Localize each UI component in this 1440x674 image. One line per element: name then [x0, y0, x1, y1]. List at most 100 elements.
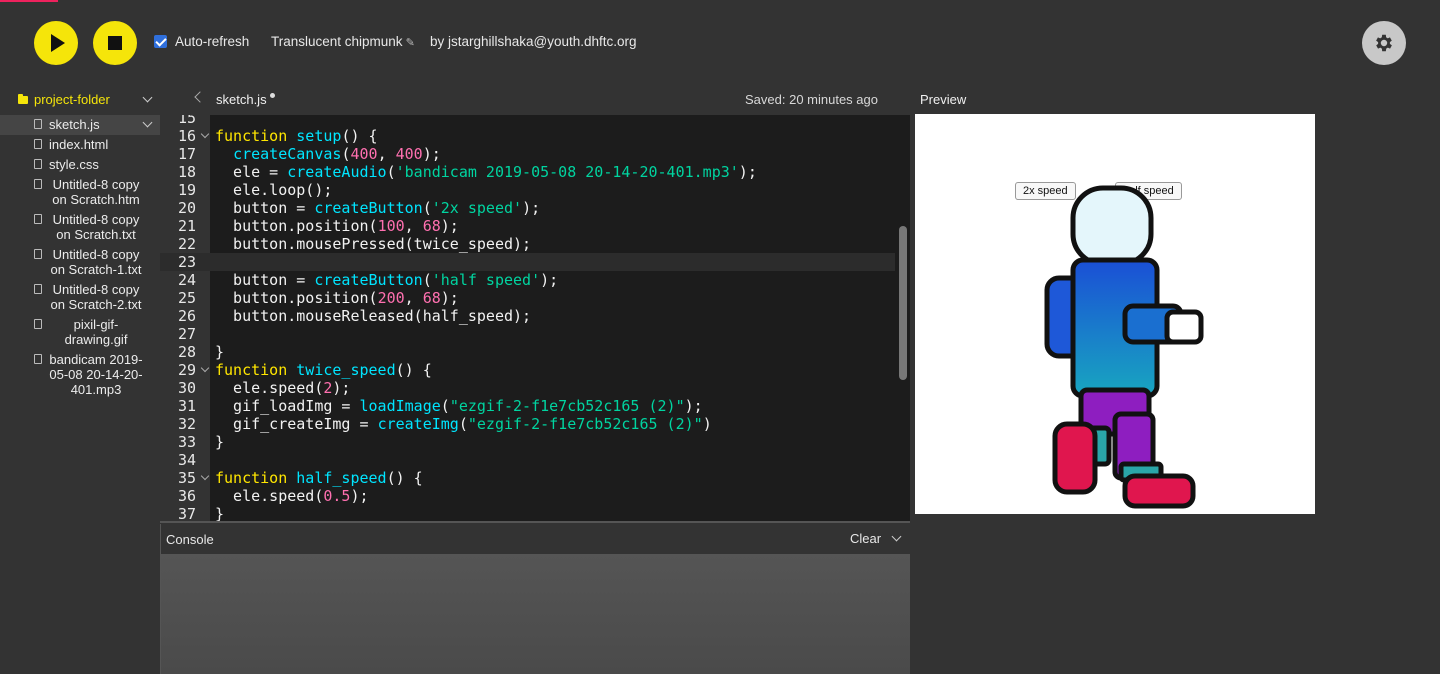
preview-half-speed-button[interactable]: half speed [1115, 182, 1182, 200]
chevron-down-icon[interactable] [142, 117, 153, 128]
code-line[interactable]: 24 button = createButton('half speed'); [160, 271, 895, 289]
line-number: 16 [177, 127, 196, 145]
code-text: button = createButton('2x speed'); [215, 199, 541, 217]
console-clear-button[interactable]: Clear [850, 531, 881, 546]
unsaved-dot-icon [270, 93, 275, 98]
code-line[interactable]: 28} [160, 343, 895, 361]
saved-status: Saved: 20 minutes ago [745, 92, 878, 107]
code-line[interactable]: 26 button.mouseReleased(half_speed); [160, 307, 895, 325]
code-line[interactable]: 34 [160, 451, 895, 469]
author-byline: by jstarghillshaka@youth.dhftc.org [430, 34, 637, 49]
line-number: 18 [177, 163, 196, 181]
code-text: ele.loop(); [215, 181, 333, 199]
line-number: 36 [177, 487, 196, 505]
auto-refresh-toggle[interactable]: Auto-refresh [154, 34, 249, 49]
code-text: ele = createAudio('bandicam 2019-05-08 2… [215, 163, 757, 181]
editor-tab[interactable]: sketch.js [216, 92, 267, 107]
code-text: function half_speed() { [215, 469, 423, 487]
preview-2x-speed-button[interactable]: 2x speed [1015, 182, 1076, 200]
file-name: Untitled-8 copy on Scratch.htm [52, 177, 140, 207]
file-name: pixil-gif- drawing.gif [64, 317, 128, 347]
code-text: button.position(100, 68); [215, 217, 459, 235]
code-line[interactable]: 23 [160, 253, 895, 271]
console-title: Console [166, 532, 214, 547]
line-number: 29 [177, 361, 196, 379]
line-number: 17 [177, 145, 196, 163]
code-text: createCanvas(400, 400); [233, 145, 441, 163]
file-name: style.css [49, 157, 99, 172]
line-number: 23 [177, 253, 196, 271]
code-line[interactable]: 19 ele.loop(); [160, 181, 895, 199]
folder-icon [18, 93, 28, 104]
file-icon [34, 179, 42, 189]
code-line[interactable]: 32 gif_createImg = createImg("ezgif-2-f1… [160, 415, 895, 433]
line-number: 15 [177, 115, 196, 127]
line-number: 37 [177, 505, 196, 523]
file-name: bandicam 2019- 05-08 20-14-20- 401.mp3 [49, 352, 143, 397]
file-item[interactable]: style.css [0, 155, 160, 175]
auto-refresh-checkbox[interactable] [154, 35, 167, 48]
code-text: } [215, 433, 225, 451]
line-number: 19 [177, 181, 196, 199]
gear-icon [1376, 34, 1392, 52]
code-line[interactable]: 25 button.position(200, 68); [160, 289, 895, 307]
file-item[interactable]: sketch.js [0, 115, 160, 135]
line-number: 34 [177, 451, 196, 469]
code-line[interactable]: 31 gif_loadImg = loadImage("ezgif-2-f1e7… [160, 397, 895, 415]
file-item[interactable]: Untitled-8 copy on Scratch-2.txt [0, 280, 160, 315]
pencil-icon[interactable]: ✎ [406, 36, 415, 49]
code-line[interactable]: 33} [160, 433, 895, 451]
file-name: Untitled-8 copy on Scratch-2.txt [50, 282, 142, 312]
file-item[interactable]: Untitled-8 copy on Scratch.txt [0, 210, 160, 245]
file-sidebar: project-folder sketch.js index.html style.… [0, 84, 160, 674]
project-name[interactable]: Translucent chipmunk ✎ [271, 34, 419, 49]
preview-canvas[interactable]: 2x speed half speed [915, 114, 1315, 514]
code-editor[interactable]: 15 16 function setup() {17 createCanvas(40… [160, 115, 910, 523]
auto-refresh-label: Auto-refresh [175, 34, 250, 49]
editor-scrollbar[interactable] [899, 226, 907, 380]
settings-button[interactable] [1362, 21, 1406, 65]
file-icon [34, 249, 42, 259]
code-line[interactable]: 37} [160, 505, 895, 523]
console-output[interactable] [160, 554, 910, 674]
code-line[interactable]: 17 createCanvas(400, 400); [160, 145, 895, 163]
file-name: Untitled-8 copy on Scratch-1.txt [50, 247, 142, 277]
code-line[interactable]: 36 ele.speed(0.5); [160, 487, 895, 505]
code-text: button = createButton('half speed'); [215, 271, 559, 289]
code-text: ele.speed(2); [215, 379, 351, 397]
code-line[interactable]: 30 ele.speed(2); [160, 379, 895, 397]
file-item[interactable]: pixil-gif- drawing.gif [0, 315, 160, 350]
file-item[interactable]: Untitled-8 copy on Scratch.htm [0, 175, 160, 210]
code-line[interactable]: 15 [160, 115, 895, 127]
code-text: ele.speed(0.5); [215, 487, 369, 505]
file-item[interactable]: index.html [0, 135, 160, 155]
code-line[interactable]: 22 button.mousePressed(twice_speed); [160, 235, 895, 253]
code-line[interactable]: 27 [160, 325, 895, 343]
stop-button[interactable] [93, 21, 137, 65]
code-line[interactable]: 29 function twice_speed() { [160, 361, 895, 379]
chevron-down-icon[interactable] [142, 92, 153, 103]
file-name: Untitled-8 copy on Scratch.txt [52, 212, 140, 242]
toolbar: Auto-refresh Translucent chipmunk ✎ by js… [0, 0, 1440, 84]
file-item[interactable]: bandicam 2019- 05-08 20-14-20- 401.mp3 [0, 350, 160, 400]
code-line[interactable]: 21 button.position(100, 68); [160, 217, 895, 235]
line-number: 33 [177, 433, 196, 451]
line-number: 30 [177, 379, 196, 397]
preview-title: Preview [920, 92, 967, 107]
line-number: 27 [177, 325, 196, 343]
project-folder[interactable]: project-folder [0, 84, 160, 115]
code-line[interactable]: 20 button = createButton('2x speed'); [160, 199, 895, 217]
file-icon [34, 159, 42, 169]
pixel-character-image [1044, 185, 1204, 509]
project-name-text: Translucent chipmunk [271, 34, 403, 49]
code-text: gif_loadImg = loadImage("ezgif-2-f1e7cb5… [215, 397, 703, 415]
code-line[interactable]: 16 function setup() { [160, 127, 895, 145]
code-line[interactable]: 18 ele = createAudio('bandicam 2019-05-0… [160, 163, 895, 181]
file-list: sketch.js index.html style.css Untitled-8 c… [0, 115, 160, 400]
play-icon [51, 34, 65, 52]
play-button[interactable] [34, 21, 78, 65]
file-item[interactable]: Untitled-8 copy on Scratch-1.txt [0, 245, 160, 280]
file-icon [34, 214, 42, 224]
code-line[interactable]: 35 function half_speed() { [160, 469, 895, 487]
line-number: 25 [177, 289, 196, 307]
